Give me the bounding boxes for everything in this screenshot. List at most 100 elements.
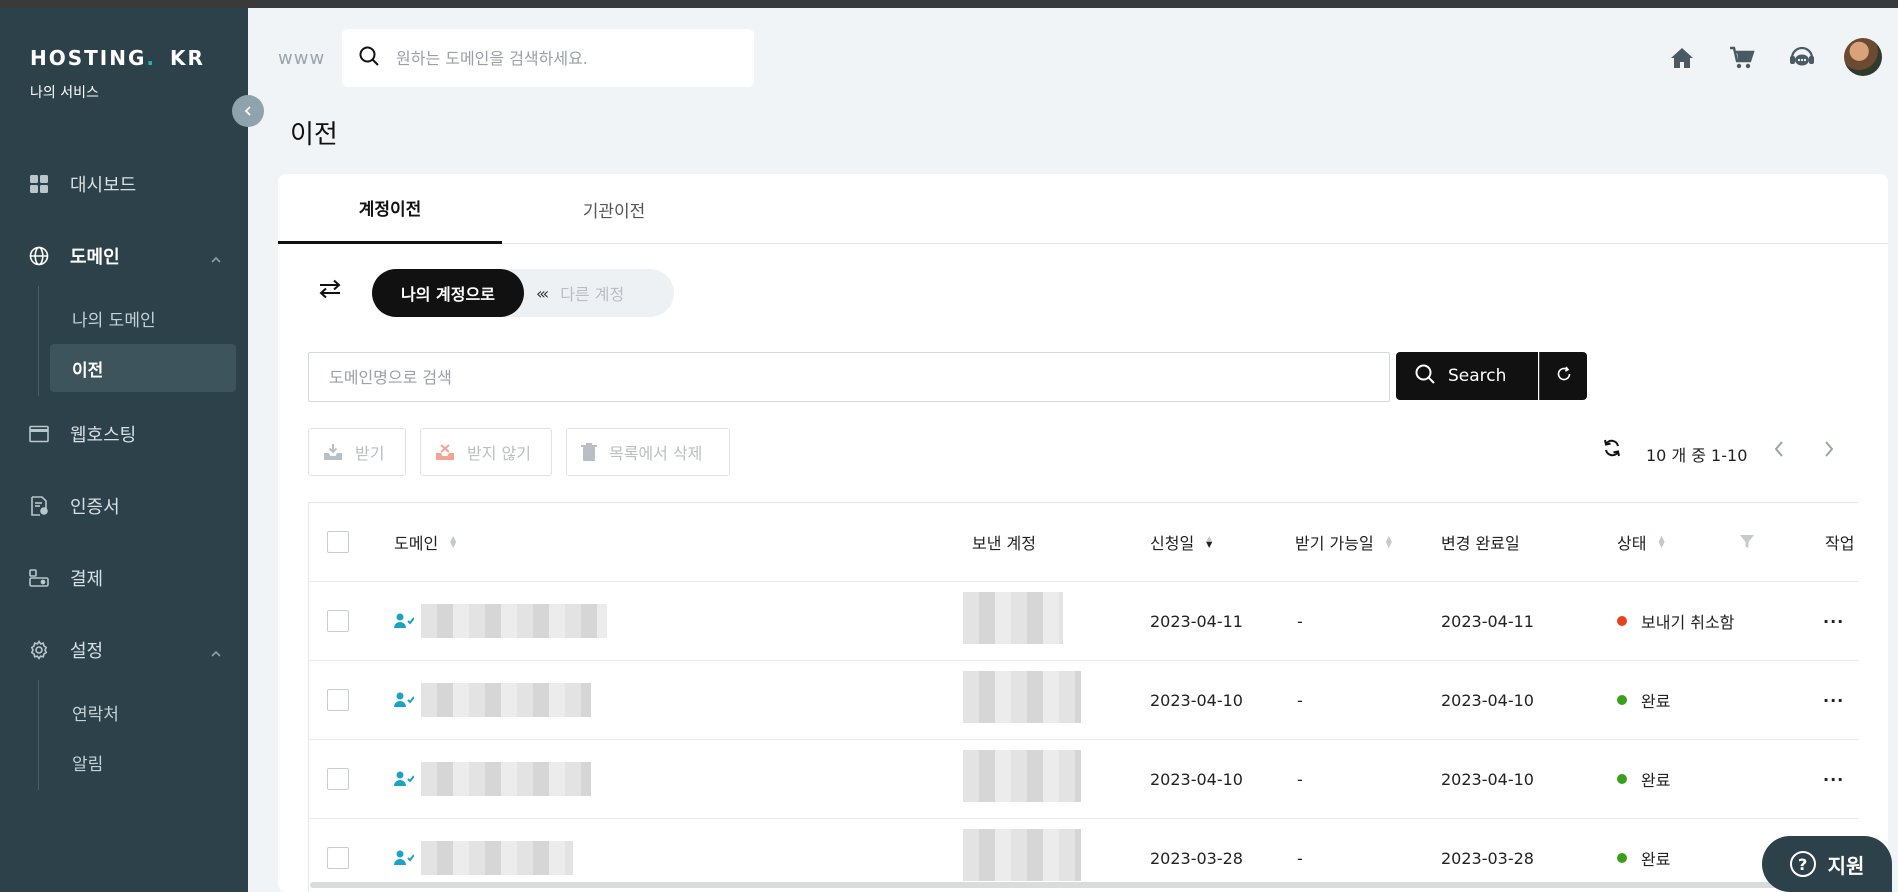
table-row[interactable]: 2023-04-11 - 2023-04-11 보내기 취소함 ··· — [309, 581, 1859, 659]
support-chat-icon[interactable] — [1786, 42, 1818, 74]
more-actions-button[interactable]: ··· — [1823, 661, 1844, 739]
completed-date: 2023-04-10 — [1441, 690, 1534, 710]
sort-icon: ▲ ▼ — [1658, 534, 1665, 549]
sidebar-collapse-button[interactable] — [232, 95, 264, 127]
home-icon[interactable] — [1666, 42, 1698, 74]
sort-desc-icon: ▲ ▼ — [1206, 534, 1213, 549]
row-checkbox[interactable] — [327, 610, 349, 632]
receive-label: 받기 — [355, 444, 385, 463]
redacted-sender — [963, 829, 1081, 881]
search-button-label: Search — [1448, 366, 1507, 386]
certificate-icon — [28, 495, 50, 517]
redacted-domain — [421, 683, 591, 717]
column-header-sender: 보낸 계정 — [972, 534, 1036, 553]
column-header-completed: 변경 완료일 — [1441, 534, 1520, 553]
inbox-download-icon — [323, 443, 343, 461]
requested-date: 2023-04-10 — [1150, 769, 1243, 789]
transfer-card: 계정이전 기관이전 나의 계정으로 ‹‹‹ 다른 계정 Search 받기 받지… — [278, 174, 1888, 892]
column-header-receivable[interactable]: 받기 가능일 ▲ ▼ — [1295, 503, 1392, 581]
swap-icon[interactable] — [318, 279, 342, 303]
sidebar-item-domain[interactable]: 도메인 — [0, 234, 248, 278]
requested-date: 2023-04-11 — [1150, 611, 1243, 631]
submenu-guide-line — [38, 286, 39, 396]
reset-button[interactable] — [1539, 352, 1587, 400]
redacted-sender — [963, 671, 1081, 723]
column-header-status[interactable]: 상태 ▲ ▼ — [1617, 503, 1665, 581]
transfer-user-icon — [394, 740, 414, 818]
payment-icon — [28, 567, 50, 589]
row-checkbox[interactable] — [327, 768, 349, 790]
sidebar-item-label: 결제 — [70, 569, 104, 590]
completed-date: 2023-04-11 — [1441, 611, 1534, 631]
domain-search-box[interactable] — [342, 29, 754, 87]
more-actions-button[interactable]: ··· — [1823, 582, 1844, 660]
domain-filter-box[interactable] — [308, 352, 1390, 402]
sidebar-item-transfer[interactable]: 이전 — [50, 344, 236, 392]
row-checkbox-cell — [327, 661, 349, 739]
status-badge: 보내기 취소함 — [1617, 582, 1734, 660]
sidebar-item-contacts[interactable]: 연락처 — [50, 688, 236, 736]
support-button[interactable]: ? 지원 — [1762, 836, 1892, 892]
sidebar: HOSTING. KR 나의 서비스 대시보드 도메인 나의 도메인 이전 웹호스… — [0, 8, 248, 892]
delete-label: 목록에서 삭제 — [609, 444, 703, 463]
toggle-label: 다른 계정 — [560, 285, 625, 304]
status-dot — [1617, 616, 1627, 626]
status-dot — [1617, 853, 1627, 863]
prev-page-button[interactable] — [1766, 438, 1792, 464]
sidebar-item-certificate[interactable]: 인증서 — [0, 484, 248, 528]
reject-label: 받지 않기 — [467, 444, 531, 463]
search-button[interactable]: Search — [1396, 352, 1538, 400]
tab-institution-transfer[interactable]: 기관이전 — [502, 174, 726, 244]
sidebar-item-notifications[interactable]: 알림 — [50, 738, 236, 786]
redacted-sender — [963, 750, 1081, 802]
sort-icon: ▲ ▼ — [1385, 534, 1392, 549]
sidebar-item-label: 웹호스팅 — [70, 425, 137, 446]
trash-icon — [581, 443, 597, 461]
filter-icon[interactable] — [1739, 503, 1755, 581]
chevron-left-icon — [243, 102, 253, 121]
horizontal-scrollbar[interactable] — [310, 882, 1858, 888]
toggle-to-my-account[interactable]: 나의 계정으로 — [372, 269, 524, 317]
sidebar-item-payment[interactable]: 결제 — [0, 556, 248, 600]
receive-button[interactable]: 받기 — [308, 428, 406, 476]
transfer-user-icon — [394, 661, 414, 739]
sidebar-item-settings[interactable]: 설정 — [0, 628, 248, 672]
pagination-info: 10 개 중 1-10 — [1646, 446, 1748, 465]
redacted-domain — [421, 604, 607, 638]
completed-date: 2023-04-10 — [1441, 769, 1534, 789]
domain-filter-input[interactable] — [329, 367, 1369, 387]
toggle-to-other-account[interactable]: ‹‹‹ 다른 계정 — [536, 269, 624, 317]
more-actions-button[interactable]: ··· — [1823, 740, 1844, 818]
tab-account-transfer[interactable]: 계정이전 — [278, 174, 502, 244]
chevron-up-icon — [210, 642, 222, 663]
sidebar-item-dashboard[interactable]: 대시보드 — [0, 162, 248, 206]
chevron-up-icon — [210, 248, 222, 269]
search-icon — [1414, 363, 1436, 390]
domain-search-input[interactable] — [396, 48, 736, 68]
next-page-button[interactable] — [1816, 438, 1842, 464]
cart-icon[interactable] — [1726, 42, 1758, 74]
row-checkbox[interactable] — [327, 689, 349, 711]
reject-button[interactable]: 받지 않기 — [420, 428, 552, 476]
sync-icon[interactable] — [1602, 438, 1622, 462]
question-icon: ? — [1789, 851, 1816, 877]
sidebar-item-label: 대시보드 — [70, 175, 137, 196]
sidebar-item-webhosting[interactable]: 웹호스팅 — [0, 412, 248, 456]
inbox-reject-icon — [435, 443, 455, 461]
select-all-checkbox-cell — [327, 503, 349, 581]
chevron-left-icon — [1773, 439, 1785, 463]
www-prefix: www — [278, 48, 326, 69]
user-avatar[interactable] — [1844, 38, 1882, 76]
select-all-checkbox[interactable] — [327, 531, 349, 553]
column-header-domain[interactable]: 도메인 ▲ ▼ — [394, 503, 456, 581]
receivable-date: - — [1297, 690, 1303, 710]
column-header-requested[interactable]: 신청일 ▲ ▼ — [1150, 503, 1212, 581]
logo[interactable]: HOSTING. KR — [30, 46, 205, 70]
delete-from-list-button[interactable]: 목록에서 삭제 — [566, 428, 730, 476]
table-row[interactable]: 2023-04-10 - 2023-04-10 완료 ··· — [309, 739, 1859, 817]
triple-chevron-left-icon: ‹‹‹ — [536, 283, 549, 303]
sidebar-item-my-domain[interactable]: 나의 도메인 — [50, 294, 236, 342]
table-row[interactable]: 2023-04-10 - 2023-04-10 완료 ··· — [309, 660, 1859, 738]
table-row[interactable]: 2023-03-28 - 2023-03-28 완료 — [309, 818, 1859, 892]
row-checkbox[interactable] — [327, 847, 349, 869]
